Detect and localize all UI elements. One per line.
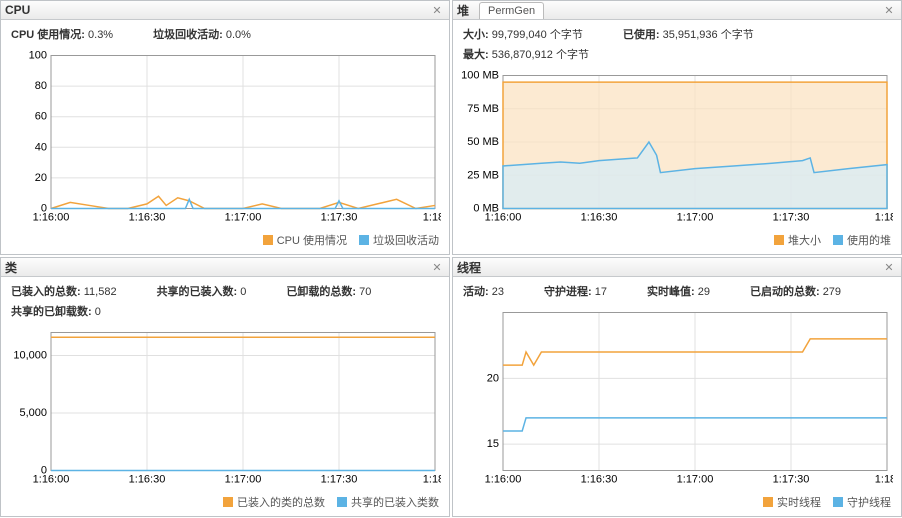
classes-panel: 类 ✕ 已装入的总数: 11,582 共享的已装入数: 0 已卸载的总数: 70… xyxy=(0,257,450,517)
svg-text:1:18:: 1:18: xyxy=(875,474,893,486)
svg-text:1:16:00: 1:16:00 xyxy=(485,212,522,224)
heap-size-value: 99,799,040 个字节 xyxy=(492,29,583,41)
cpu-stats: CPU 使用情况: 0.3% 垃圾回收活动: 0.0% xyxy=(1,20,449,44)
cpu-legend: CPU 使用情况 垃圾回收活动 xyxy=(1,230,449,254)
close-icon[interactable]: ✕ xyxy=(429,2,445,18)
legend-swatch-icon xyxy=(359,235,369,245)
heap-size-label: 大小: xyxy=(463,29,489,41)
svg-text:1:17:30: 1:17:30 xyxy=(773,474,810,486)
daemon-label: 守护进程: xyxy=(544,286,592,298)
classes-stats: 已装入的总数: 11,582 共享的已装入数: 0 已卸载的总数: 70 共享的… xyxy=(1,277,449,321)
heap-chart: 0 MB25 MB50 MB75 MB100 MB1:16:001:16:301… xyxy=(461,68,893,228)
started-value: 279 xyxy=(823,286,841,298)
legend-swatch-icon xyxy=(763,497,773,507)
svg-text:1:16:00: 1:16:00 xyxy=(33,212,70,224)
gc-label: 垃圾回收活动: xyxy=(153,29,223,41)
svg-text:1:17:30: 1:17:30 xyxy=(321,212,358,224)
legend-swatch-icon xyxy=(833,497,843,507)
legend-swatch-icon xyxy=(263,235,273,245)
svg-text:75 MB: 75 MB xyxy=(467,103,499,115)
cpu-chart: 0204060801001:16:001:16:301:17:001:17:30… xyxy=(9,48,441,228)
permgen-tab[interactable]: PermGen xyxy=(479,2,544,19)
cpu-title: CPU xyxy=(5,3,30,17)
close-icon[interactable]: ✕ xyxy=(881,259,897,275)
svg-text:60: 60 xyxy=(35,111,47,123)
svg-text:1:17:00: 1:17:00 xyxy=(225,212,262,224)
svg-text:1:17:30: 1:17:30 xyxy=(773,212,810,224)
started-label: 已启动的总数: xyxy=(750,286,820,298)
daemon-value: 17 xyxy=(595,286,607,298)
heap-title: 堆 xyxy=(457,2,469,19)
svg-text:1:17:00: 1:17:00 xyxy=(677,212,714,224)
svg-text:1:16:30: 1:16:30 xyxy=(129,474,166,486)
svg-text:40: 40 xyxy=(35,141,47,153)
svg-text:20: 20 xyxy=(35,172,47,184)
svg-text:50 MB: 50 MB xyxy=(467,136,499,148)
svg-text:1:17:00: 1:17:00 xyxy=(677,474,714,486)
svg-text:100 MB: 100 MB xyxy=(461,70,499,82)
classes-chart: 05,00010,0001:16:001:16:301:17:001:17:30… xyxy=(9,325,441,490)
heap-used-value: 35,951,936 个字节 xyxy=(663,29,754,41)
classes-title: 类 xyxy=(5,259,17,276)
loaded-label: 已装入的总数: xyxy=(11,286,81,298)
svg-text:15: 15 xyxy=(487,438,499,450)
unloaded-label: 已卸载的总数: xyxy=(286,286,356,298)
peak-value: 29 xyxy=(698,286,710,298)
heap-used-label: 已使用: xyxy=(623,29,660,41)
svg-text:1:16:00: 1:16:00 xyxy=(33,474,70,486)
svg-text:1:17:00: 1:17:00 xyxy=(225,474,262,486)
threads-panel: 线程 ✕ 活动: 23 守护进程: 17 实时峰值: 29 已启动的总数: 27… xyxy=(452,257,902,517)
loaded-value: 11,582 xyxy=(84,286,117,298)
svg-text:1:18:: 1:18: xyxy=(875,212,893,224)
heap-max-label: 最大: xyxy=(463,49,489,61)
heap-titlebar: 堆 PermGen ✕ xyxy=(453,1,901,20)
shared-loaded-value: 0 xyxy=(240,286,246,298)
shared-loaded-label: 共享的已装入数: xyxy=(157,286,238,298)
shared-unloaded-label: 共享的已卸载数: xyxy=(11,306,92,318)
cpu-titlebar: CPU ✕ xyxy=(1,1,449,20)
svg-text:5,000: 5,000 xyxy=(19,407,47,419)
threads-stats: 活动: 23 守护进程: 17 实时峰值: 29 已启动的总数: 279 xyxy=(453,277,901,301)
heap-panel: 堆 PermGen ✕ 大小: 99,799,040 个字节 已使用: 35,9… xyxy=(452,0,902,255)
legend-swatch-icon xyxy=(833,235,843,245)
threads-title: 线程 xyxy=(457,259,481,276)
svg-text:1:16:30: 1:16:30 xyxy=(129,212,166,224)
heap-max-value: 536,870,912 个字节 xyxy=(492,49,589,61)
legend-swatch-icon xyxy=(774,235,784,245)
unloaded-value: 70 xyxy=(359,286,371,298)
cpu-usage-value: 0.3% xyxy=(88,29,113,41)
legend-swatch-icon xyxy=(223,497,233,507)
svg-text:10,000: 10,000 xyxy=(13,350,47,362)
shared-unloaded-value: 0 xyxy=(95,306,101,318)
svg-text:1:17:30: 1:17:30 xyxy=(321,474,358,486)
svg-text:1:16:30: 1:16:30 xyxy=(581,474,618,486)
svg-text:100: 100 xyxy=(29,50,47,62)
svg-text:25 MB: 25 MB xyxy=(467,169,499,181)
heap-stats: 大小: 99,799,040 个字节 已使用: 35,951,936 个字节 最… xyxy=(453,20,901,64)
close-icon[interactable]: ✕ xyxy=(429,259,445,275)
threads-titlebar: 线程 ✕ xyxy=(453,258,901,277)
gc-value: 0.0% xyxy=(226,29,251,41)
svg-text:80: 80 xyxy=(35,80,47,92)
svg-text:20: 20 xyxy=(487,372,499,384)
classes-legend: 已装入的类的总数 共享的已装入类数 xyxy=(1,492,449,516)
classes-titlebar: 类 ✕ xyxy=(1,258,449,277)
threads-legend: 实时线程 守护线程 xyxy=(453,492,901,516)
svg-text:1:16:30: 1:16:30 xyxy=(581,212,618,224)
threads-chart: 15 20 1:16:00 1:16:30 1:17:00 1:17:30 1:18: xyxy=(461,305,893,490)
live-label: 活动: xyxy=(463,286,489,298)
svg-text:1:18:: 1:18: xyxy=(423,474,441,486)
heap-legend: 堆大小 使用的堆 xyxy=(453,230,901,254)
svg-text:1:16:00: 1:16:00 xyxy=(485,474,522,486)
legend-swatch-icon xyxy=(337,497,347,507)
close-icon[interactable]: ✕ xyxy=(881,2,897,18)
live-value: 23 xyxy=(492,286,504,298)
cpu-usage-label: CPU 使用情况: xyxy=(11,29,85,41)
cpu-panel: CPU ✕ CPU 使用情况: 0.3% 垃圾回收活动: 0.0% 020406… xyxy=(0,0,450,255)
peak-label: 实时峰值: xyxy=(647,286,695,298)
svg-text:1:18:: 1:18: xyxy=(423,212,441,224)
